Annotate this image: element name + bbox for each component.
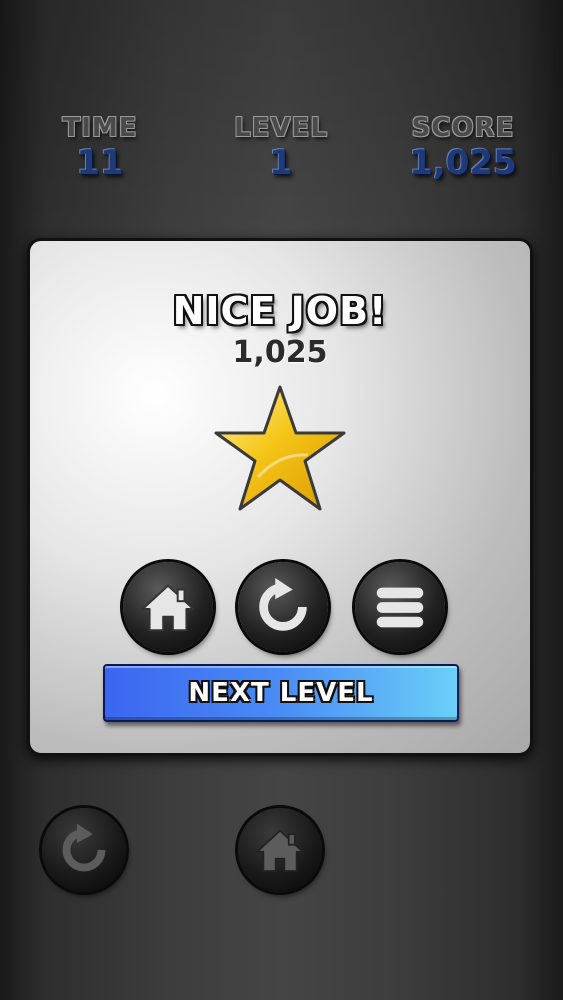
- replay-icon: [62, 823, 106, 872]
- dialog-title: NICE JOB!: [172, 289, 388, 333]
- hud-level: LEVEL 1: [201, 112, 361, 182]
- star-icon: [214, 385, 346, 511]
- score-label: SCORE: [411, 113, 515, 143]
- hud-score: SCORE 1,025: [383, 112, 543, 182]
- menu-icon: [376, 587, 424, 628]
- dialog-score: 1,025: [232, 335, 328, 370]
- replay-button[interactable]: [238, 562, 328, 652]
- level-value: 1: [269, 143, 293, 183]
- menu-button[interactable]: [355, 562, 445, 652]
- bottom-replay-button[interactable]: [42, 808, 126, 892]
- score-value: 1,025: [409, 143, 517, 183]
- time-value: 11: [76, 143, 124, 183]
- bottom-home-button[interactable]: [238, 808, 322, 892]
- next-level-button[interactable]: NEXT LEVEL: [103, 664, 459, 722]
- time-label: TIME: [62, 113, 138, 143]
- next-level-label: NEXT LEVEL: [188, 678, 374, 708]
- hud-time: TIME 11: [20, 112, 180, 182]
- level-complete-dialog: NICE JOB! 1,025 NEXT LEVEL: [27, 238, 533, 756]
- replay-icon: [259, 577, 307, 631]
- level-label: LEVEL: [234, 113, 328, 143]
- home-button[interactable]: [123, 562, 213, 652]
- home-icon: [256, 829, 304, 872]
- home-icon: [141, 584, 195, 632]
